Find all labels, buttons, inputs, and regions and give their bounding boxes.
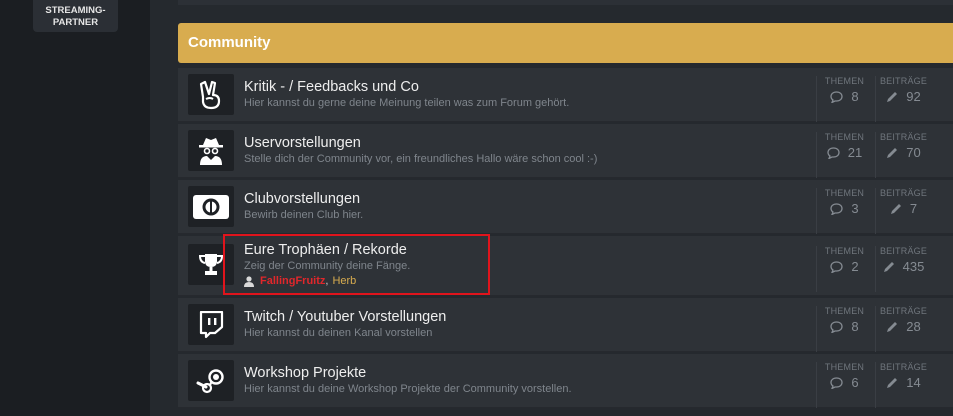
pencil-icon (887, 91, 898, 102)
twitch-icon (199, 310, 224, 338)
forum-description: Bewirb deinen Club hier. (244, 209, 364, 221)
posts-label: BEITRÄGE (879, 306, 928, 316)
posts-label: BEITRÄGE (879, 188, 928, 198)
forum-icon-box (188, 74, 234, 115)
forum-icon-box (188, 360, 234, 401)
pencil-icon (887, 147, 898, 158)
forum-icon-box (188, 186, 234, 227)
sidebar: STREAMING- PARTNER (0, 0, 150, 416)
streaming-partner-button[interactable]: STREAMING- PARTNER (33, 0, 118, 32)
speech-bubble-icon (830, 260, 844, 273)
posts-count: 14 (906, 375, 921, 390)
top-divider (178, 0, 953, 5)
online-user-link[interactable]: Herb (332, 275, 356, 287)
forum-main: Community Kritik - / Feedbacks und Co Hi… (150, 0, 953, 416)
themes-label: THEMEN (824, 306, 865, 316)
spy-user-icon (199, 137, 223, 165)
speech-bubble-icon (830, 90, 844, 103)
speech-bubble-icon (830, 202, 844, 215)
themes-stat: THEMEN 2 (816, 246, 872, 292)
forum-icon-box (188, 130, 234, 171)
themes-label: THEMEN (824, 132, 865, 142)
forum-title-link[interactable]: Twitch / Youtuber Vorstellungen (244, 309, 446, 325)
themes-count: 8 (851, 89, 859, 104)
themes-label: THEMEN (824, 76, 865, 86)
posts-stat: BEITRÄGE 7 (875, 188, 931, 234)
themes-stat: THEMEN 3 (816, 188, 872, 234)
posts-count: 92 (906, 89, 921, 104)
peace-hand-icon (199, 80, 221, 109)
posts-stat: BEITRÄGE 70 (875, 132, 931, 178)
forum-title-link[interactable]: Uservorstellungen (244, 135, 361, 151)
themes-count: 2 (851, 259, 859, 274)
forum-row-workshop[interactable]: Workshop Projekte Hier kannst du deine W… (178, 354, 953, 408)
category-title: Community (188, 34, 271, 51)
forum-description: Hier kannst du gerne deine Meinung teile… (244, 97, 570, 109)
themes-stat: THEMEN 8 (816, 306, 872, 352)
speech-bubble-icon (827, 146, 840, 159)
trophy-icon (198, 253, 224, 275)
posts-count: 70 (906, 145, 921, 160)
posts-label: BEITRÄGE (879, 132, 928, 142)
themes-count: 21 (847, 145, 863, 160)
themes-stat: THEMEN 8 (816, 76, 872, 122)
posts-stat: BEITRÄGE 28 (875, 306, 931, 352)
posts-stat: BEITRÄGE 14 (875, 362, 931, 408)
posts-count: 28 (906, 319, 921, 334)
forum-row-clubvorstellungen[interactable]: Clubvorstellungen Bewirb deinen Club hie… (178, 180, 953, 234)
posts-count: 7 (909, 201, 918, 216)
themes-label: THEMEN (824, 362, 865, 372)
speech-bubble-icon (830, 320, 844, 333)
forum-row-twitch[interactable]: Twitch / Youtuber Vorstellungen Hier kan… (178, 298, 953, 352)
forum-description: Hier kannst du deine Workshop Projekte d… (244, 383, 572, 395)
category-header[interactable]: Community (178, 23, 953, 63)
themes-count: 6 (851, 375, 859, 390)
forum-icon-box (188, 244, 234, 285)
pencil-icon (883, 261, 894, 272)
posts-stat: BEITRÄGE 435 (875, 246, 931, 292)
posts-label: BEITRÄGE (879, 362, 928, 372)
online-users: FallingFruitz , Herb (244, 275, 356, 287)
themes-label: THEMEN (824, 246, 865, 256)
forum-title-link[interactable]: Clubvorstellungen (244, 191, 360, 207)
speech-bubble-icon (830, 376, 844, 389)
forum-icon-box (188, 304, 234, 345)
themes-label: THEMEN (824, 188, 865, 198)
streaming-partner-label-line2: PARTNER (52, 17, 99, 28)
forum-description: Hier kannst du deinen Kanal vorstellen (244, 327, 433, 339)
themes-count: 3 (851, 201, 859, 216)
user-icon (244, 275, 254, 287)
posts-label: BEITRÄGE (879, 76, 928, 86)
posts-label: BEITRÄGE (879, 246, 928, 256)
streaming-partner-label-line1: STREAMING- (45, 5, 106, 16)
online-user-link[interactable]: FallingFruitz (260, 275, 325, 287)
forum-row-uservorstellungen[interactable]: Uservorstellungen Stelle dich der Commun… (178, 124, 953, 178)
themes-stat: THEMEN 21 (816, 132, 872, 178)
club-card-icon (193, 194, 229, 219)
pencil-icon (887, 321, 898, 332)
pencil-icon (887, 377, 898, 388)
posts-count: 435 (902, 259, 925, 274)
forum-row-kritik[interactable]: Kritik - / Feedbacks und Co Hier kannst … (178, 68, 953, 122)
themes-stat: THEMEN 6 (816, 362, 872, 408)
forum-row-trophaeen[interactable]: Eure Trophäen / Rekorde Zeig der Communi… (178, 236, 953, 296)
forum-title-link[interactable]: Workshop Projekte (244, 365, 366, 381)
forum-title-link[interactable]: Eure Trophäen / Rekorde (244, 242, 407, 258)
forum-description: Zeig der Community deine Fänge. (244, 260, 411, 272)
forum-title-link[interactable]: Kritik - / Feedbacks und Co (244, 79, 419, 95)
posts-stat: BEITRÄGE 92 (875, 76, 931, 122)
forum-description: Stelle dich der Community vor, ein freun… (244, 153, 598, 165)
pencil-icon (890, 203, 901, 214)
steam-icon (196, 368, 224, 393)
themes-count: 8 (851, 319, 859, 334)
